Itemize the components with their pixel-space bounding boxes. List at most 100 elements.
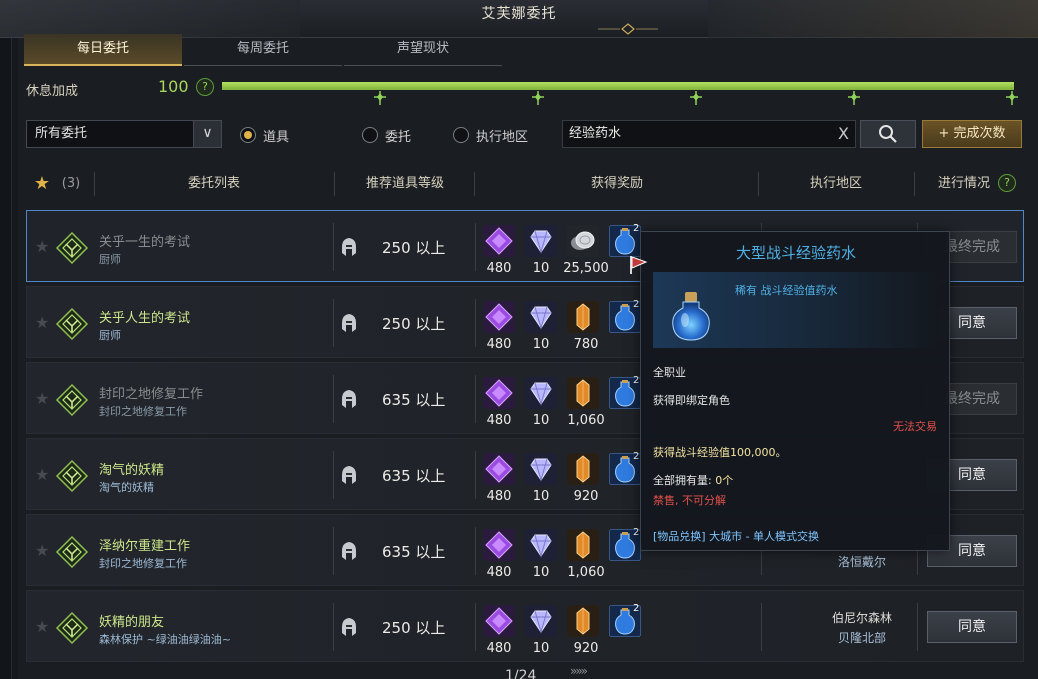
tooltip-effect: 获得战斗经验值100,000。 — [653, 446, 787, 459]
radio-item-label: 道具 — [263, 129, 290, 145]
crystal-icon[interactable] — [525, 225, 557, 257]
tab-reputation[interactable]: 声望现状 — [344, 34, 502, 66]
orange-ore-icon[interactable] — [567, 605, 599, 637]
tooltip-class: 全职业 — [653, 366, 686, 379]
quest-subtitle: 厨师 — [99, 329, 121, 342]
header-region[interactable]: 执行地区 — [760, 168, 912, 200]
helmet-icon — [342, 618, 356, 636]
purple-shard-icon[interactable] — [483, 453, 515, 485]
favorite-star-icon[interactable]: ★ — [35, 313, 49, 332]
favorite-star-icon[interactable]: ★ — [35, 237, 49, 256]
star-icon[interactable]: ★ — [32, 168, 52, 200]
tab-weekly[interactable]: 每周委托 — [184, 34, 342, 66]
quest-emblem-icon — [55, 611, 89, 645]
silver-coin-icon[interactable] — [567, 225, 599, 257]
radio-region[interactable]: 执行地区 — [453, 126, 528, 145]
header-divider — [94, 172, 95, 196]
chevron-down-icon[interactable]: ∨ — [193, 121, 221, 147]
orange-ore-icon[interactable] — [567, 529, 599, 561]
recommended-level: 250 以上 — [382, 315, 446, 333]
reward-badge: 2 — [633, 527, 640, 538]
top-bar: 艾芙娜委托 — [0, 0, 1038, 38]
crystal-icon[interactable] — [525, 377, 557, 409]
header-rewards: 获得奖励 — [590, 176, 643, 191]
reward-badge: 2 — [633, 299, 640, 310]
row-divider — [333, 603, 334, 651]
row-divider — [917, 603, 918, 651]
favorite-star-icon[interactable]: ★ — [35, 617, 49, 636]
header-quest-list[interactable]: 委托列表 — [96, 168, 332, 200]
crystal-icon[interactable] — [525, 529, 557, 561]
table-row[interactable]: ★ 妖精的朋友 森林保护 ~绿油油绿油油~ 250 以上 480 10 920 … — [26, 590, 1024, 662]
radio-dot-icon — [453, 127, 469, 143]
rest-marker-icon — [374, 91, 386, 105]
radio-quest[interactable]: 委托 — [362, 126, 411, 145]
purple-shard-icon[interactable] — [483, 605, 515, 637]
favorite-star-icon[interactable]: ★ — [35, 389, 49, 408]
next-page-icon[interactable]: »»» — [570, 664, 588, 678]
tooltip-bind: 获得即绑定角色 — [653, 394, 730, 407]
orange-ore-icon[interactable] — [567, 377, 599, 409]
crystal-icon[interactable] — [525, 453, 557, 485]
header-progress: 进行情况 — [937, 176, 990, 191]
search-icon — [879, 125, 897, 143]
quest-subtitle: 封印之地修复工作 — [99, 557, 187, 570]
region-sub: 贝隆北部 — [837, 631, 886, 645]
helmet-icon — [342, 466, 356, 484]
accept-button[interactable]: 同意 — [927, 611, 1017, 643]
rest-marker-icon — [1006, 91, 1018, 105]
helmet-icon — [342, 314, 356, 332]
tooltip-title: 大型战斗经验药水 — [735, 244, 856, 262]
tooltip-rarity: 稀有 战斗经验值药水 — [735, 284, 838, 297]
crystal-icon[interactable] — [525, 605, 557, 637]
tooltip-exchange: [物品兑换] 大城市 - 单人模式交换 — [653, 530, 820, 543]
cursor-flag-icon — [630, 256, 648, 274]
crystal-icon[interactable] — [525, 301, 557, 333]
orange-ore-icon[interactable] — [567, 301, 599, 333]
search-input[interactable]: 经验药水 X — [562, 120, 856, 148]
tooltip-header: 稀有 战斗经验值药水 — [653, 272, 939, 348]
tab-daily[interactable]: 每日委托 — [24, 34, 182, 66]
quest-subtitle: 封印之地修复工作 — [99, 405, 187, 418]
recommended-level: 635 以上 — [382, 543, 446, 561]
rest-marker-icon — [848, 91, 860, 105]
tooltip-owned: 全部拥有量: 0个 — [653, 472, 733, 488]
rest-marker-icon — [690, 91, 702, 105]
rest-help-icon[interactable]: ? — [196, 78, 214, 96]
title-ornament-icon — [598, 23, 658, 35]
purple-shard-icon[interactable] — [483, 225, 515, 257]
header-recommended-level[interactable]: 推荐道具等级 — [336, 168, 474, 200]
row-divider — [333, 299, 334, 347]
reward-amount: 920 — [573, 489, 599, 504]
row-divider — [333, 223, 334, 271]
favorite-star-icon[interactable]: ★ — [35, 465, 49, 484]
search-button[interactable] — [860, 120, 916, 148]
purple-shard-icon[interactable] — [483, 301, 515, 333]
quest-emblem-icon — [55, 231, 89, 265]
quest-emblem-icon — [55, 535, 89, 569]
reward-badge: 2 — [633, 603, 640, 614]
tooltip-owned-label: 全部拥有量: — [653, 474, 712, 487]
recommended-level: 635 以上 — [382, 467, 446, 485]
purple-shard-icon[interactable] — [483, 529, 515, 561]
orange-ore-icon[interactable] — [567, 453, 599, 485]
purple-shard-icon[interactable] — [483, 377, 515, 409]
radio-item[interactable]: 道具 — [240, 126, 290, 145]
quest-subtitle: 厨师 — [99, 253, 121, 266]
progress-help-icon[interactable]: ? — [998, 174, 1016, 192]
favorite-star-icon[interactable]: ★ — [35, 541, 49, 560]
favorite-count: (3) — [61, 176, 81, 191]
recommended-level: 635 以上 — [382, 391, 446, 409]
quest-subtitle: 淘气的妖精 — [99, 481, 154, 494]
quest-emblem-icon — [55, 307, 89, 341]
quest-filter-select[interactable]: 所有委托 ∨ — [26, 120, 222, 148]
region-name: 伯尼尔森林 — [831, 611, 892, 625]
row-divider — [333, 375, 334, 423]
potion-icon — [672, 292, 710, 341]
rest-bonus-bar — [222, 82, 1014, 90]
complete-count-button[interactable]: + 完成次数 — [922, 120, 1022, 148]
clear-icon[interactable]: X — [838, 121, 849, 147]
tooltip-owned-value: 0个 — [715, 474, 734, 487]
quest-name: 关乎人生的考试 — [99, 311, 191, 326]
header-divider — [474, 172, 475, 196]
